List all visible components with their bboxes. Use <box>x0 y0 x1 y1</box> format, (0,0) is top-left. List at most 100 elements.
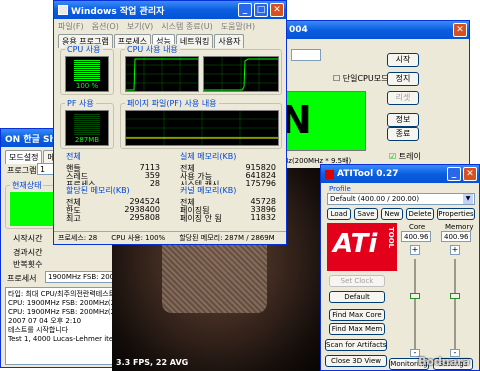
close-icon[interactable]: ✕ <box>453 23 467 37</box>
kernel-nonpaged-value: 11832 <box>250 213 276 222</box>
stop-button[interactable]: 정지 <box>387 72 419 86</box>
status-bar: 프로세스: 28 CPU 사용: 100% 할당된 메모리: 287M / 28… <box>54 231 286 244</box>
pf-usage-value: 287MB <box>74 136 100 144</box>
status-group-label: 현재상태 <box>10 180 44 191</box>
start-time-label: 시작시간 <box>13 234 43 243</box>
processes-value: 28 <box>149 179 160 188</box>
back-window-field[interactable] <box>291 49 321 61</box>
log-line: 타입: 최대 CPU/최주의전란력테스트 <box>8 290 116 298</box>
task-manager-title: Windows 작업 관리자 <box>71 6 165 17</box>
kernel-nonpaged-label: 페이징 안 됨 <box>180 214 222 223</box>
cpu-usage-value: 100 % <box>75 82 99 90</box>
totals-group: 전체 핸들7113 스레드359 프로세스28 <box>60 151 166 189</box>
reset-button[interactable]: 리셋 <box>387 91 419 105</box>
physical-memory-title: 실제 메모리(KB) <box>178 151 239 162</box>
menu-view[interactable]: 보기(V) <box>127 21 153 32</box>
single-cpu-checkbox[interactable]: ☐ 단일CPU모드 <box>333 73 388 84</box>
cpu-usage-bars <box>74 60 100 82</box>
menu-bar: 파일(F) 옵션(O) 보기(V) 시스템 종료(U) 도움말(H) <box>54 19 286 34</box>
pf-usage-group: PF 사용 287MB <box>60 98 114 149</box>
cpu-usage-label: CPU 사용 <box>65 44 103 55</box>
scan-artifacts-button[interactable]: Scan for Artifacts <box>325 339 387 351</box>
memory-label: Memory <box>445 223 474 231</box>
delete-button[interactable]: Delete <box>406 208 434 220</box>
ati-logo-sub: TOOL <box>387 227 395 249</box>
pf-history-plot <box>126 111 278 145</box>
cpu-history-plot-2 <box>204 57 278 91</box>
start-button[interactable]: 시작 <box>387 53 419 67</box>
ati-logo-text: ATi <box>333 229 378 259</box>
close-3d-view-button[interactable]: Close 3D View <box>325 355 387 367</box>
commit-peak-value: 295808 <box>129 213 160 222</box>
find-max-mem-button[interactable]: Find Max Mem <box>329 323 385 335</box>
memory-clock-field[interactable]: 400.96 <box>441 231 471 242</box>
info-button[interactable]: 정보 <box>387 113 419 127</box>
atitool-app-icon <box>325 169 334 179</box>
ati-logo: ATi TOOL <box>327 223 397 271</box>
minimize-icon[interactable]: _ <box>447 167 461 181</box>
fps-readout: 3.3 FPS, 22 AVG <box>116 358 189 367</box>
tray-checkbox[interactable]: ☑ 트레이 <box>389 151 421 162</box>
system-cache-value: 175796 <box>245 179 276 188</box>
core-increase-icon[interactable]: + <box>410 245 420 255</box>
log-line: CPU: 1900MHz FSB: 200MHz(200MHz <box>8 299 116 307</box>
tab-networking[interactable]: 네트워킹 <box>175 34 214 48</box>
pf-history-group: 페이지 파일(PF) 사용 내용 <box>120 98 282 149</box>
window-icon <box>58 5 68 15</box>
load-button[interactable]: Load <box>327 208 351 220</box>
pf-usage-label: PF 사용 <box>65 98 96 109</box>
left-window-title: ON 한글 Sh <box>5 134 56 145</box>
menu-file[interactable]: 파일(F) <box>58 21 84 32</box>
profile-label: Profile <box>329 185 351 193</box>
pf-usage-bars <box>74 114 100 136</box>
memory-slider-thumb[interactable] <box>450 293 460 299</box>
memory-slider-track[interactable] <box>454 259 456 349</box>
tab-mode[interactable]: 모드설정 <box>5 150 43 164</box>
core-clock-field[interactable]: 400.96 <box>401 231 431 242</box>
pf-history-graph <box>125 110 279 146</box>
tab-users[interactable]: 사용자 <box>214 34 245 48</box>
elapsed-label: 경과시간 <box>13 248 43 257</box>
default-button[interactable]: Default <box>329 291 385 303</box>
menu-shutdown[interactable]: 시스템 종료(U) <box>161 21 212 32</box>
properties-button[interactable]: Properties <box>437 208 475 220</box>
single-cpu-label: 단일CPU모드 <box>342 74 389 83</box>
menu-help[interactable]: 도움말(H) <box>221 21 255 32</box>
task-manager-titlebar[interactable]: Windows 작업 관리자 _ □ ✕ <box>54 1 286 19</box>
totals-title: 전체 <box>64 151 83 162</box>
back-window-titlebar[interactable]: 004 ✕ <box>271 21 469 39</box>
core-slider-thumb[interactable] <box>410 293 420 299</box>
save-button[interactable]: Save <box>354 208 378 220</box>
profile-select[interactable]: Default (400.00 / 200.00) ▼ <box>327 193 475 205</box>
tray-label: 트레이 <box>398 152 421 161</box>
set-clock-button[interactable]: Set Clock <box>329 275 385 287</box>
atitool-titlebar[interactable]: ATITool 0.27 _ ✕ <box>321 165 479 183</box>
log-box: 타입: 최대 CPU/최주의전란력테스트 CPU: 1900MHz FSB: 2… <box>5 287 117 365</box>
exit-button[interactable]: 종료 <box>387 127 419 141</box>
cpu-history-plot-1 <box>126 57 198 91</box>
watermark: Bodnara <box>418 355 470 368</box>
close-icon[interactable]: ✕ <box>463 167 477 181</box>
pf-history-label: 페이지 파일(PF) 사용 내용 <box>125 98 219 109</box>
atitool-window: ATITool 0.27 _ ✕ Profile Default (400.00… <box>320 164 480 371</box>
status-commit: 할당된 메모리: 287M / 2869M <box>179 234 275 242</box>
back-window-title: 004 <box>289 25 308 35</box>
find-max-core-button[interactable]: Find Max Core <box>329 309 385 321</box>
maximize-icon[interactable]: □ <box>254 3 268 17</box>
status-processes: 프로세스: 28 <box>58 234 98 242</box>
new-button[interactable]: New <box>381 208 403 220</box>
memory-increase-icon[interactable]: + <box>450 245 460 255</box>
menu-options[interactable]: 옵션(O) <box>92 21 119 32</box>
status-cpu: CPU 사용: 100% <box>111 234 166 242</box>
atitool-title: ATITool 0.27 <box>337 169 399 179</box>
close-icon[interactable]: ✕ <box>270 3 284 17</box>
log-line: Test 1, 4000 Lucas-Lehmer iterations of … <box>8 335 116 343</box>
minimize-icon[interactable]: _ <box>238 3 252 17</box>
core-slider-track[interactable] <box>414 259 416 349</box>
processor-field: 1900MHz FSB: 200MHz <box>45 271 115 283</box>
profile-select-value: Default (400.00 / 200.00) <box>330 195 420 203</box>
commit-peak-label: 최고 <box>66 214 81 223</box>
chevron-down-icon: ▼ <box>463 194 473 204</box>
iterations-label: 반복횟수 <box>13 260 43 269</box>
task-manager-window: Windows 작업 관리자 _ □ ✕ 파일(F) 옵션(O) 보기(V) 시… <box>53 0 287 245</box>
